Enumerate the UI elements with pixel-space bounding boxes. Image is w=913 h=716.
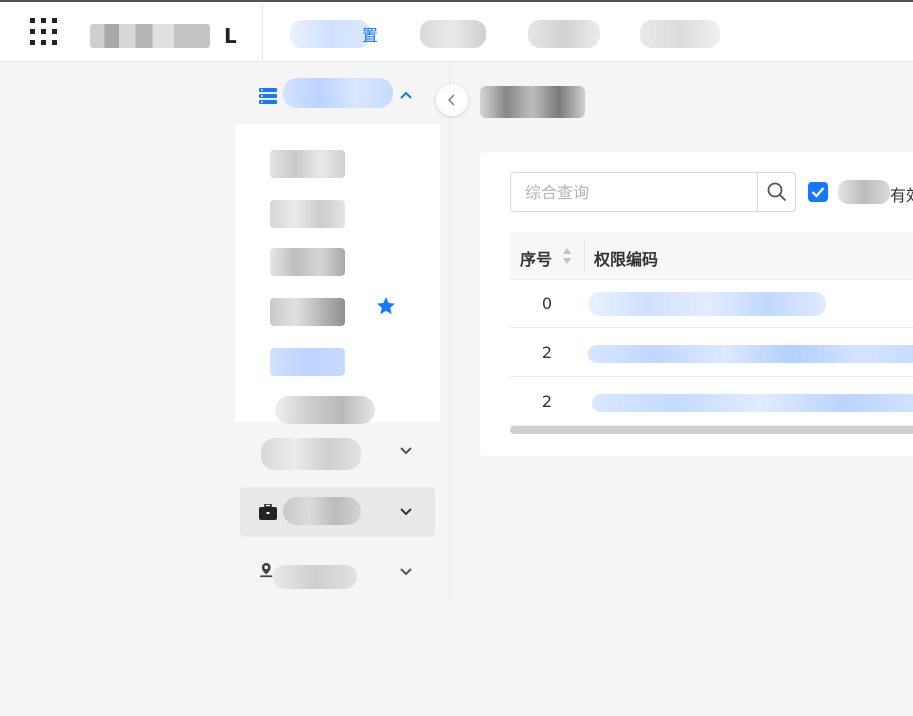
submenu-item-2[interactable] <box>235 186 440 232</box>
sidebar-group-1-label <box>283 78 393 108</box>
cell-seq: 0 <box>541 294 553 313</box>
header-divider <box>262 4 263 62</box>
search-button[interactable] <box>757 173 795 211</box>
checkbox-label-blurred <box>838 180 890 204</box>
submenu-item-5[interactable] <box>235 334 440 380</box>
chevron-down-icon <box>400 508 412 516</box>
horizontal-scrollbar[interactable] <box>510 426 913 434</box>
submenu-item-2-label <box>270 200 345 228</box>
chevron-left-icon <box>447 94 455 106</box>
sidebar <box>235 62 450 602</box>
server-icon <box>259 88 277 104</box>
search-icon <box>767 182 787 202</box>
sidebar-group-4[interactable] <box>235 547 440 595</box>
logo-text: L <box>224 24 239 48</box>
table-row[interactable]: 0 <box>510 280 913 328</box>
star-icon[interactable] <box>376 296 396 316</box>
sidebar-submenu <box>235 124 440 424</box>
table-header: 序号 权限编码 <box>510 232 913 280</box>
checkbox-label: 有效 <box>890 186 913 205</box>
sidebar-group-3-label <box>283 497 361 525</box>
nav-item-1-label: 置 <box>362 26 379 45</box>
cell-code <box>588 292 826 316</box>
submenu-item-1[interactable] <box>235 136 440 182</box>
sidebar-collapse-button[interactable] <box>436 84 468 116</box>
submenu-item-3[interactable] <box>235 234 440 280</box>
column-divider <box>584 240 585 272</box>
cell-code <box>592 394 913 412</box>
apps-grid-icon[interactable] <box>30 18 58 46</box>
sidebar-group-1[interactable] <box>235 72 440 120</box>
submenu-item-4-label <box>270 298 345 326</box>
search-input[interactable] <box>511 173 757 211</box>
column-header-seq: 序号 <box>520 250 553 269</box>
nav-item-2[interactable] <box>420 20 486 48</box>
sidebar-group-2-label <box>261 438 361 470</box>
briefcase-icon <box>259 504 277 520</box>
search-box <box>510 172 796 212</box>
cell-code <box>588 345 913 363</box>
nav-item-4[interactable] <box>640 20 720 48</box>
valid-only-checkbox[interactable] <box>808 182 828 202</box>
submenu-item-1-label <box>270 150 345 178</box>
logo <box>90 24 210 48</box>
submenu-item-6-label <box>275 396 375 424</box>
chevron-down-icon <box>400 447 412 455</box>
check-icon <box>811 187 825 198</box>
table-row[interactable]: 2 <box>510 378 913 426</box>
submenu-item-5-label <box>270 348 345 376</box>
top-bar: L 置 <box>0 0 913 62</box>
cell-seq: 2 <box>541 343 553 362</box>
sidebar-group-2[interactable] <box>235 428 440 476</box>
table-row[interactable]: 2 <box>510 329 913 377</box>
page-title <box>480 86 585 118</box>
chevron-down-icon <box>400 568 412 576</box>
nav-item-3[interactable] <box>528 20 600 48</box>
content-card: 有效 序号 权限编码 0 2 2 <box>480 152 913 456</box>
cell-seq: 2 <box>541 392 553 411</box>
submenu-item-4[interactable] <box>235 284 440 330</box>
sidebar-group-3[interactable] <box>240 487 435 537</box>
sort-icon[interactable] <box>562 246 572 266</box>
submenu-item-6[interactable] <box>235 382 440 428</box>
sidebar-group-4-label <box>273 565 357 589</box>
column-header-code: 权限编码 <box>594 250 659 269</box>
chevron-up-icon <box>400 91 412 99</box>
submenu-item-3-label <box>270 248 345 276</box>
nav-item-1[interactable]: 置 <box>290 20 378 48</box>
